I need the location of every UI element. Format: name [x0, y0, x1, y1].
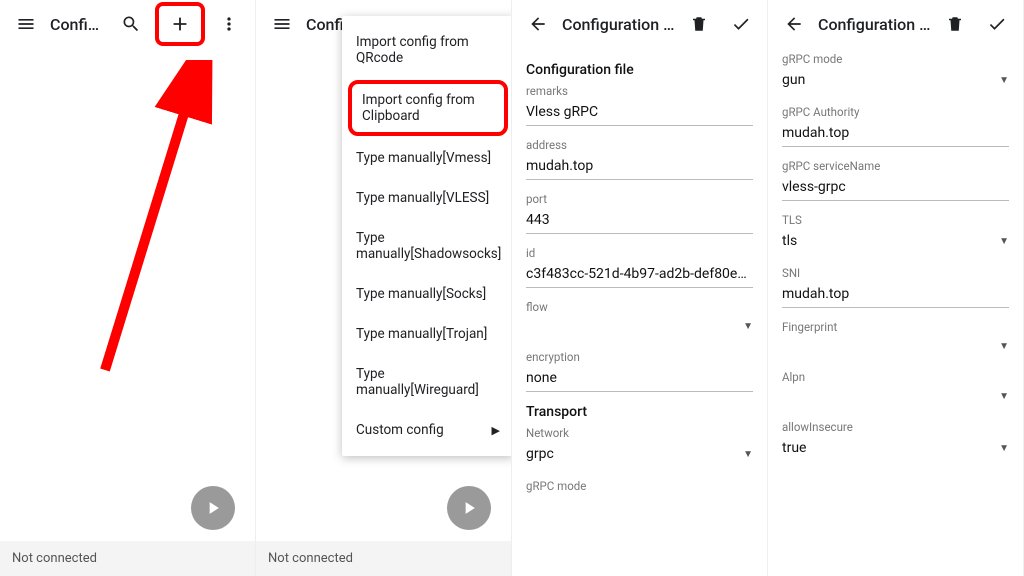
page-title: Configuration file — [818, 15, 931, 34]
field-network: Network grpc▼ — [526, 426, 753, 467]
chevron-down-icon: ▼ — [999, 75, 1009, 86]
section-transport: Transport — [526, 404, 753, 420]
menu-item-clipboard[interactable]: Import config from Clipboard — [348, 80, 508, 136]
remarks-input[interactable]: Vless gRPC — [526, 100, 753, 126]
fingerprint-select[interactable]: ▼ — [782, 336, 1009, 358]
chevron-down-icon: ▼ — [743, 321, 753, 332]
save-icon[interactable] — [979, 6, 1015, 42]
menu-item-vless[interactable]: Type manually[VLESS] — [342, 178, 512, 218]
status-footer: Not connected — [256, 541, 511, 576]
appbar: Configuration file — [768, 0, 1023, 48]
status-footer: Not connected — [0, 541, 255, 576]
field-port: port 443 — [526, 192, 753, 234]
annotation-arrow — [70, 60, 220, 380]
menu-icon[interactable] — [264, 6, 300, 42]
delete-icon[interactable] — [681, 6, 717, 42]
field-grpcauth: gRPC Authority mudah.top — [782, 105, 1009, 147]
allowinsecure-select[interactable]: true▼ — [782, 436, 1009, 461]
form-body: gRPC mode gun▼ gRPC Authority mudah.top … — [768, 48, 1023, 576]
alpn-select[interactable]: ▼ — [782, 386, 1009, 408]
add-menu: Import config from QRcode Import config … — [342, 16, 512, 456]
sni-input[interactable]: mudah.top — [782, 282, 1009, 308]
menu-icon[interactable] — [8, 6, 44, 42]
field-encryption: encryption none — [526, 350, 753, 392]
connect-fab[interactable] — [447, 486, 491, 530]
chevron-right-icon: ▶ — [492, 424, 500, 437]
menu-item-shadowsocks[interactable]: Type manually[Shadowsocks] — [342, 218, 512, 274]
field-grpcmode: gRPC mode gun▼ — [782, 52, 1009, 93]
field-address: address mudah.top — [526, 138, 753, 180]
save-icon[interactable] — [723, 6, 759, 42]
back-icon[interactable] — [520, 6, 556, 42]
screen-main-1: Configuration... Not connected — [0, 0, 256, 576]
overflow-icon[interactable] — [211, 6, 247, 42]
search-icon[interactable] — [113, 6, 149, 42]
flow-select[interactable]: ▼ — [526, 316, 753, 338]
delete-icon[interactable] — [937, 6, 973, 42]
field-alpn: Alpn ▼ — [782, 370, 1009, 408]
tls-select[interactable]: tls▼ — [782, 229, 1009, 254]
address-input[interactable]: mudah.top — [526, 154, 753, 180]
field-grpcmode: gRPC mode — [526, 479, 753, 493]
port-input[interactable]: 443 — [526, 208, 753, 234]
chevron-down-icon: ▼ — [999, 443, 1009, 454]
field-grpcservice: gRPC serviceName vless-grpc — [782, 159, 1009, 201]
chevron-down-icon: ▼ — [743, 449, 753, 460]
grpcservice-input[interactable]: vless-grpc — [782, 175, 1009, 201]
appbar: Configuration... — [0, 0, 255, 48]
screen-config-form-1: Configuration file Configuration file re… — [512, 0, 768, 576]
menu-item-socks[interactable]: Type manually[Socks] — [342, 274, 512, 314]
grpcmode-select[interactable]: gun▼ — [782, 68, 1009, 93]
menu-item-trojan[interactable]: Type manually[Trojan] — [342, 314, 512, 354]
chevron-down-icon: ▼ — [999, 341, 1009, 352]
back-icon[interactable] — [776, 6, 812, 42]
grpcauth-input[interactable]: mudah.top — [782, 121, 1009, 147]
field-sni: SNI mudah.top — [782, 266, 1009, 308]
field-allowinsecure: allowInsecure true▼ — [782, 420, 1009, 461]
field-flow: flow ▼ — [526, 300, 753, 338]
menu-item-qrcode[interactable]: Import config from QRcode — [342, 22, 512, 78]
id-input[interactable]: c3f483cc-521d-4b97-ad2b-def80e1d758 — [526, 262, 753, 288]
page-title: Configuration file — [562, 15, 675, 34]
screen-main-2: Confi Import config from QRcode Import c… — [256, 0, 512, 576]
encryption-input[interactable]: none — [526, 366, 753, 392]
add-icon[interactable] — [155, 2, 205, 46]
form-body: Configuration file remarks Vless gRPC ad… — [512, 48, 767, 576]
field-remarks: remarks Vless gRPC — [526, 84, 753, 126]
screen-config-form-2: Configuration file gRPC mode gun▼ gRPC A… — [768, 0, 1024, 576]
connect-fab[interactable] — [191, 486, 235, 530]
field-tls: TLS tls▼ — [782, 213, 1009, 254]
chevron-down-icon: ▼ — [999, 391, 1009, 402]
app-title: Configuration... — [50, 15, 107, 34]
menu-item-vmess[interactable]: Type manually[Vmess] — [342, 138, 512, 178]
network-select[interactable]: grpc▼ — [526, 442, 753, 467]
menu-item-wireguard[interactable]: Type manually[Wireguard] — [342, 354, 512, 410]
field-fingerprint: Fingerprint ▼ — [782, 320, 1009, 358]
section-config: Configuration file — [526, 62, 753, 78]
appbar: Configuration file — [512, 0, 767, 48]
field-id: id c3f483cc-521d-4b97-ad2b-def80e1d758 — [526, 246, 753, 288]
chevron-down-icon: ▼ — [999, 236, 1009, 247]
menu-item-custom[interactable]: Custom config ▶ — [342, 410, 512, 450]
